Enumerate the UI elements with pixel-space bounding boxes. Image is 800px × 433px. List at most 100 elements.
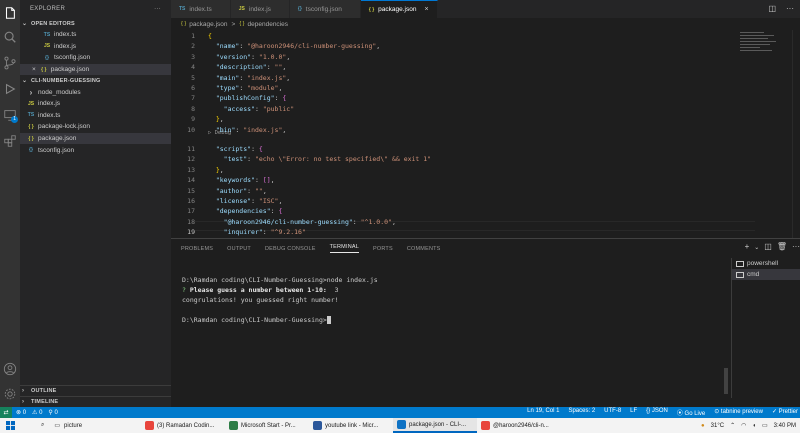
wifi-icon[interactable]: ◠ <box>741 422 746 429</box>
explorer-icon[interactable] <box>3 6 17 20</box>
panel-tab-debug-console[interactable]: DEBUG CONSOLE <box>265 246 316 252</box>
code-line: 4 "description": "", <box>171 62 751 72</box>
breadcrumb-node[interactable]: dependencies <box>248 21 288 28</box>
start-button[interactable] <box>0 418 21 433</box>
code-token: "^1.0.0" <box>360 217 392 226</box>
editor-tab[interactable]: TS index.ts <box>171 0 231 18</box>
chevron-down-icon[interactable]: ⌄ <box>754 244 759 251</box>
breadcrumb-file[interactable]: package.json <box>189 21 227 28</box>
terminal-output[interactable]: D:\Ramdan coding\CLI-Number-Guessing>nod… <box>182 275 722 325</box>
code-token: "index.js" <box>247 73 287 82</box>
ts-file-icon: TS <box>43 31 51 38</box>
file-tree-item[interactable]: TS index.ts <box>20 110 171 122</box>
more-actions-icon[interactable]: ··· <box>792 242 800 251</box>
file-tree-item[interactable]: { } package.json <box>20 132 171 145</box>
close-icon[interactable]: × <box>32 66 36 73</box>
cursor-position[interactable]: Ln 19, Col 1 <box>527 408 559 417</box>
ports-count[interactable]: ⚲ 0 <box>48 409 57 416</box>
file-tree-item[interactable]: {} tsconfig.json <box>20 144 171 156</box>
bottom-panel: PROBLEMS OUTPUT DEBUG CONSOLE TERMINAL PORTS… <box>171 238 800 407</box>
run-debug-icon[interactable] <box>3 82 17 96</box>
open-editor-item[interactable]: {} tsconfig.json <box>20 52 171 64</box>
terminal-prompt: D:\Ramdan coding\CLI-Number-Guessing> <box>182 316 327 324</box>
editor-scrollbar[interactable] <box>792 30 800 238</box>
code-token: { <box>208 32 212 40</box>
trash-icon[interactable]: 🗑 <box>777 242 787 251</box>
indentation[interactable]: Spaces: 2 <box>568 408 595 417</box>
more-actions-icon[interactable]: ··· <box>154 6 161 12</box>
volume-icon[interactable]: ◖ <box>752 423 756 429</box>
editor-tab[interactable]: {} tsconfig.json <box>289 0 361 18</box>
taskbar-app[interactable]: youtube link - Micr... <box>309 418 393 433</box>
clock-time[interactable]: 3:40 PM <box>774 423 796 429</box>
project-folder-header[interactable]: ⌄ CLI-NUMBER-GUESSING <box>20 75 171 86</box>
code-token: "scripts" <box>215 145 252 153</box>
taskbar-search[interactable]: ⌕ ▭ picture <box>21 418 141 433</box>
battery-icon[interactable]: ▭ <box>762 422 768 429</box>
search-icon[interactable] <box>3 30 17 44</box>
editor-tab[interactable]: { } package.json × <box>360 0 438 18</box>
code-editor[interactable]: ▷ Debug 1{2 "name": "@haroon2946/cli-num… <box>171 30 800 238</box>
panel-tab-output[interactable]: OUTPUT <box>227 246 251 252</box>
code-text: "description": "", <box>195 62 286 72</box>
code-text: { <box>195 31 212 41</box>
errors-count[interactable]: ⊗ 0 <box>16 409 26 416</box>
remote-explorer-icon[interactable]: 1 <box>3 108 18 123</box>
app-icon <box>481 421 490 430</box>
terminal-line: congrulations! you guessed right number! <box>182 296 339 304</box>
new-terminal-icon[interactable]: + <box>745 242 750 251</box>
file-tree-item[interactable]: › node_modules <box>20 86 171 98</box>
panel-tab-terminal[interactable]: TERMINAL <box>329 244 359 253</box>
minimap[interactable] <box>740 32 780 58</box>
open-editor-item[interactable]: JS index.js <box>20 41 171 53</box>
temperature[interactable]: 31°C <box>711 423 724 429</box>
outline-header[interactable]: › OUTLINE <box>20 385 171 396</box>
language-mode[interactable]: {} JSON <box>646 408 668 417</box>
tab-spacer <box>279 6 281 13</box>
open-editor-item[interactable]: × { } package.json <box>20 63 171 76</box>
timeline-header[interactable]: › TIMELINE <box>20 396 171 407</box>
source-control-icon[interactable] <box>3 56 17 70</box>
terminal-question-line: ? Please guess a number between 1-10: 3 <box>182 285 722 295</box>
editor-tab[interactable]: JS index.js <box>230 0 290 18</box>
open-editors-header[interactable]: ⌄ OPEN EDITORS <box>20 18 171 29</box>
panel-tab-problems[interactable]: PROBLEMS <box>181 246 213 252</box>
split-terminal-icon[interactable]: ◫ <box>764 242 772 251</box>
prettier-status[interactable]: ✓ Prettier <box>772 408 798 417</box>
terminal-list-item[interactable]: cmd <box>732 269 800 280</box>
code-token: "publishConfig" <box>215 94 275 103</box>
extensions-icon[interactable] <box>3 134 17 148</box>
code-line: 9 }, <box>171 114 751 124</box>
close-icon[interactable]: × <box>424 6 428 13</box>
line-number: 18 <box>187 217 195 226</box>
file-tree-item[interactable]: JS index.js <box>20 98 171 110</box>
taskbar-app[interactable]: Microsoft Start - Pr... <box>225 418 309 433</box>
taskbar-app[interactable]: (3) Ramadan Codin... <box>141 418 225 433</box>
tabnine-status[interactable]: ⊙ tabnine preview <box>714 408 763 417</box>
terminal-scrollbar[interactable] <box>722 258 730 398</box>
code-token: "bin" <box>215 125 236 134</box>
taskbar-app[interactable]: package.json - CLI-... <box>393 418 477 433</box>
open-editor-label: tsconfig.json <box>54 54 91 62</box>
remote-indicator-icon[interactable]: ⇄ <box>0 407 12 418</box>
file-tree-item[interactable]: { } package-lock.json <box>20 121 171 133</box>
go-live-button[interactable]: ⦿ Go Live <box>677 408 705 417</box>
taskbar-app-label: youtube link - Micr... <box>325 422 379 429</box>
settings-gear-icon[interactable] <box>3 387 17 401</box>
account-icon[interactable] <box>3 362 17 376</box>
panel-tab-ports[interactable]: PORTS <box>373 246 393 252</box>
panel-tab-comments[interactable]: COMMENTS <box>407 246 441 252</box>
code-token: , <box>286 52 291 61</box>
tray-chevron-icon[interactable]: ⌃ <box>730 422 735 429</box>
warnings-count[interactable]: ⚠ 0 <box>32 409 42 416</box>
open-editor-item[interactable]: TS index.ts <box>20 29 171 41</box>
code-line: 15 "author": "", <box>171 186 751 196</box>
more-actions-icon[interactable]: ··· <box>786 4 794 13</box>
terminal-list-item[interactable]: powershell <box>732 258 800 269</box>
split-editor-icon[interactable]: ◫ <box>768 4 776 13</box>
taskbar-app[interactable]: @haroon2946/cli-n... <box>477 418 561 433</box>
encoding[interactable]: UTF-8 <box>604 408 621 417</box>
line-ending[interactable]: LF <box>630 408 637 417</box>
